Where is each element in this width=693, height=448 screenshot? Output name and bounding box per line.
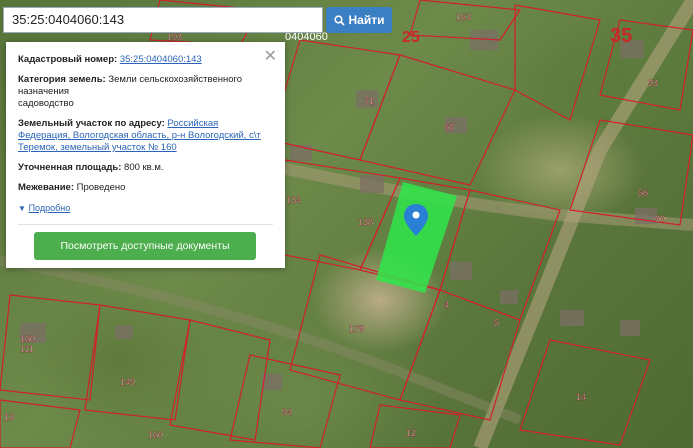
parcel-label: 13	[4, 412, 14, 422]
parcel-label: 71	[364, 96, 374, 106]
parcel-label: 138	[358, 217, 373, 227]
find-button-label: Найти	[348, 13, 385, 27]
search-icon	[333, 14, 345, 26]
details-link[interactable]: Подробно	[29, 203, 71, 213]
parcel-label: 111	[20, 344, 34, 354]
parcel-label: 93	[648, 78, 658, 88]
parcel-label: 163	[456, 12, 471, 22]
find-button[interactable]: Найти	[326, 7, 392, 33]
parcel-label: 193	[167, 32, 182, 42]
block-label-35: 35	[610, 25, 632, 47]
parcel-label: 94	[282, 407, 292, 417]
parcel-label: 14	[576, 392, 586, 402]
parcel-label: 5	[494, 318, 499, 328]
triangle-down-icon: ▼	[18, 204, 26, 213]
parcel-label: 160	[148, 430, 163, 440]
cadastral-row: Кадастровый номер: 35:25:0404060:143	[18, 54, 202, 65]
parcel-label: 12	[406, 428, 416, 438]
parcel-label: 56	[638, 188, 648, 198]
selected-parcel[interactable]	[376, 182, 457, 293]
details-toggle[interactable]: ▼ Подробно	[18, 202, 273, 215]
area-row: Уточненная площадь: 800 кв.м.	[18, 162, 164, 173]
block-label-25: 25	[402, 29, 420, 46]
parcel-label: 60	[655, 214, 665, 224]
parcel-label: 160	[20, 334, 35, 344]
divider	[18, 224, 273, 225]
parcel-label: 68	[444, 122, 454, 132]
parcel-label: 149	[120, 377, 135, 387]
survey-row: Межевание: Проведено	[18, 182, 126, 193]
close-icon[interactable]: ✕	[264, 46, 277, 66]
search-input[interactable]: 35:25:0404060:143	[3, 7, 323, 33]
address-row: Земельный участок по адресу: Российская Ф…	[18, 118, 261, 153]
cadastral-link[interactable]: 35:25:0404060:143	[120, 54, 202, 65]
parcel-info-panel: ✕ Кадастровый номер: 35:25:0404060:143 К…	[6, 42, 285, 268]
parcel-label: 4	[444, 300, 449, 310]
view-documents-button[interactable]: Посмотреть доступные документы	[34, 232, 256, 260]
category-row: Категория земель: Земли сельскохозяйстве…	[18, 74, 243, 109]
parcel-label: 178	[349, 324, 364, 334]
parcel-label: 134	[286, 195, 301, 205]
